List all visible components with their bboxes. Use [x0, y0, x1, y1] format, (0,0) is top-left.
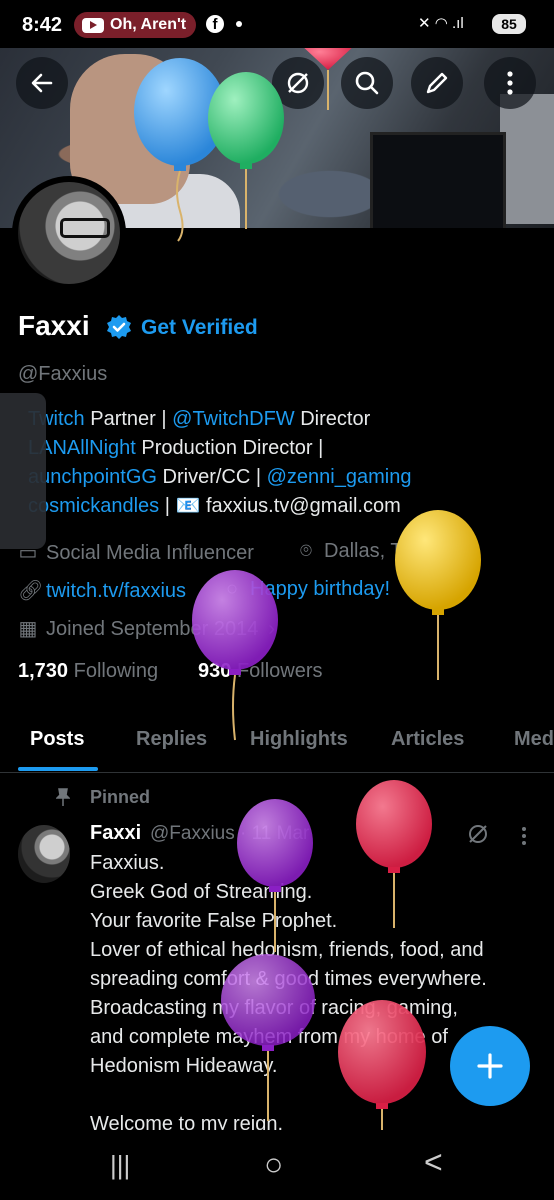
balloon-yellow	[395, 510, 481, 680]
tab-replies[interactable]: Replies	[136, 728, 207, 751]
profile-tabs: Posts Replies Highlights Articles Med	[0, 724, 554, 773]
active-tab-indicator	[18, 767, 98, 771]
plus-icon	[477, 1053, 503, 1079]
followers-number: 930	[198, 660, 232, 682]
pencil-icon	[426, 72, 448, 94]
banner-rack	[500, 94, 554, 224]
pin-icon	[56, 788, 70, 806]
get-verified-link[interactable]: Get Verified	[141, 316, 258, 340]
battery-indicator: 85	[492, 14, 526, 34]
chevron-right-icon: ›	[268, 618, 276, 640]
floating-overlay-thumbnail[interactable]	[0, 393, 46, 549]
bio-link[interactable]: cosmickandles	[28, 495, 159, 517]
post-meta: @Faxxius · 11 Mar	[150, 823, 310, 844]
following-number: 1,730	[18, 660, 69, 682]
home-button[interactable]: ○	[264, 1146, 283, 1183]
bio-line: aunchpointGG Driver/CC | @zenni_gaming	[28, 463, 548, 492]
arrow-left-icon	[31, 73, 53, 93]
back-button[interactable]	[16, 57, 68, 109]
bio-text: Director	[294, 408, 371, 430]
youtube-notification-pill[interactable]: Oh, Aren't	[74, 12, 196, 38]
profile-birthday: ○ Happy birthday!	[222, 578, 390, 601]
balloon-icon: ○	[225, 578, 239, 600]
bio-link[interactable]: @zenni_gaming	[267, 466, 412, 488]
birthday-text: Happy birthday!	[250, 578, 391, 600]
location-pin-icon: ⌾	[300, 540, 312, 562]
followers-count[interactable]: 930 Followers	[198, 660, 323, 683]
post-author-avatar[interactable]	[18, 825, 70, 883]
website-link[interactable]: twitch.tv/faxxius	[46, 580, 186, 602]
bio-link[interactable]: aunchpointGG	[28, 466, 157, 488]
avatar-glasses	[60, 218, 110, 238]
bio-line: Twitch Partner | @TwitchDFW Director	[28, 405, 548, 434]
avatar-photo	[18, 182, 120, 284]
youtube-icon	[82, 17, 104, 33]
grok-icon[interactable]	[466, 822, 490, 846]
profile-avatar[interactable]	[12, 176, 126, 290]
calendar-icon: ▦	[18, 618, 38, 640]
system-navigation-bar: ||| ○ <	[0, 1130, 554, 1200]
more-vertical-icon	[507, 71, 513, 95]
tab-media[interactable]: Med	[514, 728, 554, 751]
tab-articles[interactable]: Articles	[391, 728, 464, 751]
joined-text: Joined September 2014	[46, 618, 259, 640]
system-back-button[interactable]: <	[424, 1144, 443, 1181]
following-count[interactable]: 1,730 Following	[18, 660, 158, 683]
tab-posts[interactable]: Posts	[30, 728, 84, 751]
recents-button[interactable]: |||	[110, 1150, 130, 1181]
bio-line: cosmickandles | 📧 faxxius.tv@gmail.com	[28, 492, 548, 521]
facebook-icon: f	[206, 15, 224, 33]
profile-category: ▭ Social Media Influencer	[18, 540, 254, 565]
grok-button[interactable]	[272, 57, 324, 109]
profile-bio: Twitch Partner | @TwitchDFW Director LANA…	[28, 405, 548, 521]
system-status-icons: ✕ ◠ .ıl	[418, 15, 464, 32]
notification-dot-icon	[236, 21, 242, 27]
grok-icon	[287, 72, 309, 94]
banner-monitor	[370, 132, 506, 228]
profile-website[interactable]: 🔗︎ twitch.tv/faxxius	[18, 578, 186, 603]
status-bar: 8:42 Oh, Aren't f ✕ ◠ .ıl 85	[0, 0, 554, 48]
clock: 8:42	[22, 14, 63, 36]
edit-profile-button[interactable]	[411, 57, 463, 109]
bio-text: | 📧 faxxius.tv@gmail.com	[159, 495, 401, 517]
location-text: Dallas, TX	[324, 540, 416, 562]
pinned-label: Pinned	[90, 787, 151, 807]
search-icon	[355, 71, 379, 95]
followers-label: Followers	[236, 660, 323, 682]
notification-text: Oh, Aren't	[110, 16, 187, 33]
link-icon: 🔗︎	[18, 580, 44, 602]
verified-badge-icon[interactable]	[106, 314, 132, 340]
bio-text: Production Director |	[135, 437, 324, 459]
bio-text: Driver/CC |	[156, 466, 267, 488]
bio-text: Partner |	[84, 408, 173, 430]
profile-joined[interactable]: ▦ Joined September 2014 ›	[18, 616, 276, 641]
profile-handle: @Faxxius	[18, 363, 108, 385]
search-button[interactable]	[341, 57, 393, 109]
compose-post-button[interactable]	[450, 1026, 530, 1106]
profile-name: Faxxi	[18, 310, 90, 341]
profile-location: ⌾ Dallas, TX	[296, 540, 416, 563]
category-text: Social Media Influencer	[46, 542, 254, 564]
tab-highlights[interactable]: Highlights	[250, 728, 348, 751]
post-author-name[interactable]: Faxxi	[90, 822, 141, 845]
bio-link[interactable]: @TwitchDFW	[172, 408, 295, 430]
post-more-icon[interactable]	[520, 826, 528, 846]
following-label: Following	[73, 660, 159, 682]
more-options-button[interactable]	[484, 57, 536, 109]
bio-line: LANAllNight Production Director |	[28, 434, 548, 463]
